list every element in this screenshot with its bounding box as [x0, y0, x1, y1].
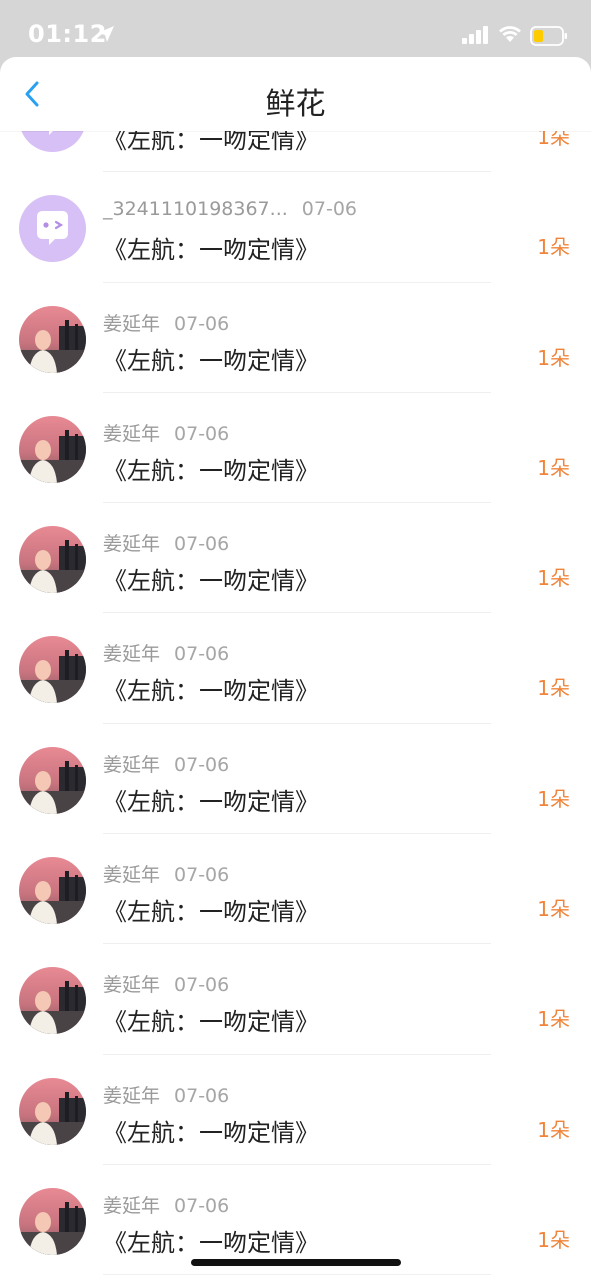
- record-date: 07-06: [174, 312, 230, 335]
- gift-name: 《左航：一吻定情》: [103, 898, 319, 927]
- record-meta: 姜延年 07-06: [103, 639, 229, 666]
- list-item[interactable]: 《左航：一吻定情》 1朵: [0, 131, 591, 173]
- flower-count: 1朵: [537, 345, 570, 370]
- avatar[interactable]: [19, 195, 86, 263]
- flower-count: 1朵: [537, 1227, 570, 1252]
- record-meta: 姜延年 07-06: [103, 309, 229, 336]
- avatar[interactable]: [19, 131, 86, 152]
- list-item[interactable]: 姜延年 07-06 《左航：一吻定情》 1朵: [0, 283, 591, 393]
- flower-count: 1朵: [537, 1117, 570, 1142]
- list-item[interactable]: 姜延年 07-06 《左航：一吻定情》 1朵: [0, 834, 591, 945]
- wink-bubble-avatar-icon: [19, 195, 86, 263]
- avatar[interactable]: [19, 857, 86, 925]
- flower-count: 1朵: [537, 131, 570, 149]
- user-photo-avatar: [19, 1187, 86, 1255]
- list-item[interactable]: 姜延年 07-06 《左航：一吻定情》 1朵: [0, 1055, 591, 1165]
- sender-name: 姜延年: [103, 533, 161, 556]
- record-date: 07-06: [174, 1194, 230, 1217]
- avatar[interactable]: [19, 746, 86, 814]
- sender-name: 姜延年: [103, 1084, 161, 1107]
- list-item[interactable]: 姜延年 07-06 《左航：一吻定情》 1朵: [0, 503, 591, 614]
- record-meta: 姜延年 07-06: [103, 1081, 229, 1108]
- sender-name: 姜延年: [103, 753, 161, 776]
- record-meta: 姜延年 07-06: [103, 750, 229, 777]
- flower-count: 1朵: [537, 897, 570, 922]
- record-date: 07-06: [174, 533, 230, 556]
- gift-name: 《左航：一吻定情》: [103, 787, 319, 816]
- avatar[interactable]: [19, 415, 86, 483]
- flower-count: 1朵: [537, 786, 570, 811]
- list-item[interactable]: 姜延年 07-06 《左航：一吻定情》 1朵: [0, 613, 591, 724]
- avatar[interactable]: [19, 1187, 86, 1255]
- sender-name: 姜延年: [103, 864, 161, 887]
- navigation-bar: 鲜花: [0, 57, 591, 131]
- sender-name: 姜延年: [103, 1194, 161, 1217]
- wink-bubble-avatar-icon: [19, 131, 86, 152]
- list-item[interactable]: 姜延年 07-06 《左航：一吻定情》 1朵: [0, 724, 591, 835]
- record-date: 07-06: [174, 753, 230, 776]
- gift-name: 《左航：一吻定情》: [103, 1008, 319, 1037]
- gift-name: 《左航：一吻定情》: [103, 236, 319, 265]
- record-date: 07-06: [174, 974, 230, 997]
- gift-name: 《左航：一吻定情》: [103, 677, 319, 706]
- list-item[interactable]: _3241110198367... 07-06 《左航：一吻定情》 1朵: [0, 172, 591, 283]
- status-bar: 01:12: [0, 0, 591, 62]
- flower-count: 1朵: [537, 455, 570, 480]
- user-photo-avatar: [19, 305, 86, 373]
- gift-name: 《左航：一吻定情》: [103, 456, 319, 485]
- record-meta: 姜延年 07-06: [103, 529, 229, 556]
- avatar[interactable]: [19, 636, 86, 704]
- user-photo-avatar: [19, 1077, 86, 1145]
- sender-name: 姜延年: [103, 312, 161, 335]
- user-photo-avatar: [19, 415, 86, 483]
- avatar[interactable]: [19, 1077, 86, 1145]
- record-meta: _3241110198367... 07-06: [103, 198, 357, 220]
- record-date: 07-06: [174, 864, 230, 887]
- record-date: 07-06: [174, 643, 230, 666]
- avatar[interactable]: [19, 305, 86, 373]
- sender-name: 姜延年: [103, 643, 161, 666]
- avatar[interactable]: [19, 967, 86, 1035]
- cellular-signal-icon: [462, 26, 490, 48]
- user-photo-avatar: [19, 526, 86, 594]
- user-photo-avatar: [19, 967, 86, 1035]
- avatar[interactable]: [19, 526, 86, 594]
- record-meta: 姜延年 07-06: [103, 860, 229, 887]
- sender-name: 姜延年: [103, 974, 161, 997]
- list-item[interactable]: 姜延年 07-06 《左航：一吻定情》 1朵: [0, 944, 591, 1055]
- user-photo-avatar: [19, 857, 86, 925]
- user-photo-avatar: [19, 746, 86, 814]
- gift-name: 《左航：一吻定情》: [103, 567, 319, 596]
- flower-count: 1朵: [537, 1007, 570, 1032]
- sender-name: 姜延年: [103, 422, 161, 445]
- wifi-icon: [497, 24, 523, 48]
- flower-count: 1朵: [537, 566, 570, 591]
- gift-name: 《左航：一吻定情》: [103, 1228, 319, 1257]
- gift-name: 《左航：一吻定情》: [103, 1118, 319, 1147]
- page-title: 鲜花: [265, 87, 326, 122]
- record-date: 07-06: [301, 198, 357, 221]
- gift-name: 《左航：一吻定情》: [103, 346, 319, 375]
- location-arrow-icon: [96, 24, 116, 48]
- record-meta: 姜延年 07-06: [103, 970, 229, 997]
- flower-count: 1朵: [537, 235, 570, 260]
- home-indicator: [191, 1259, 401, 1266]
- record-date: 07-06: [174, 1084, 230, 1107]
- record-meta: 姜延年 07-06: [103, 1191, 229, 1218]
- sender-name: _3241110198367...: [103, 198, 288, 221]
- user-photo-avatar: [19, 636, 86, 704]
- divider: [103, 1274, 491, 1276]
- gift-name: 《左航：一吻定情》: [103, 131, 319, 154]
- flower-record-list[interactable]: 《左航：一吻定情》 1朵 _3241110198367... 07-06 《左航：…: [0, 131, 591, 1280]
- battery-icon: [530, 26, 568, 50]
- list-item[interactable]: 姜延年 07-06 《左航：一吻定情》 1朵: [0, 393, 591, 504]
- flower-count: 1朵: [537, 676, 570, 701]
- record-meta: 姜延年 07-06: [103, 419, 229, 446]
- record-date: 07-06: [174, 422, 230, 445]
